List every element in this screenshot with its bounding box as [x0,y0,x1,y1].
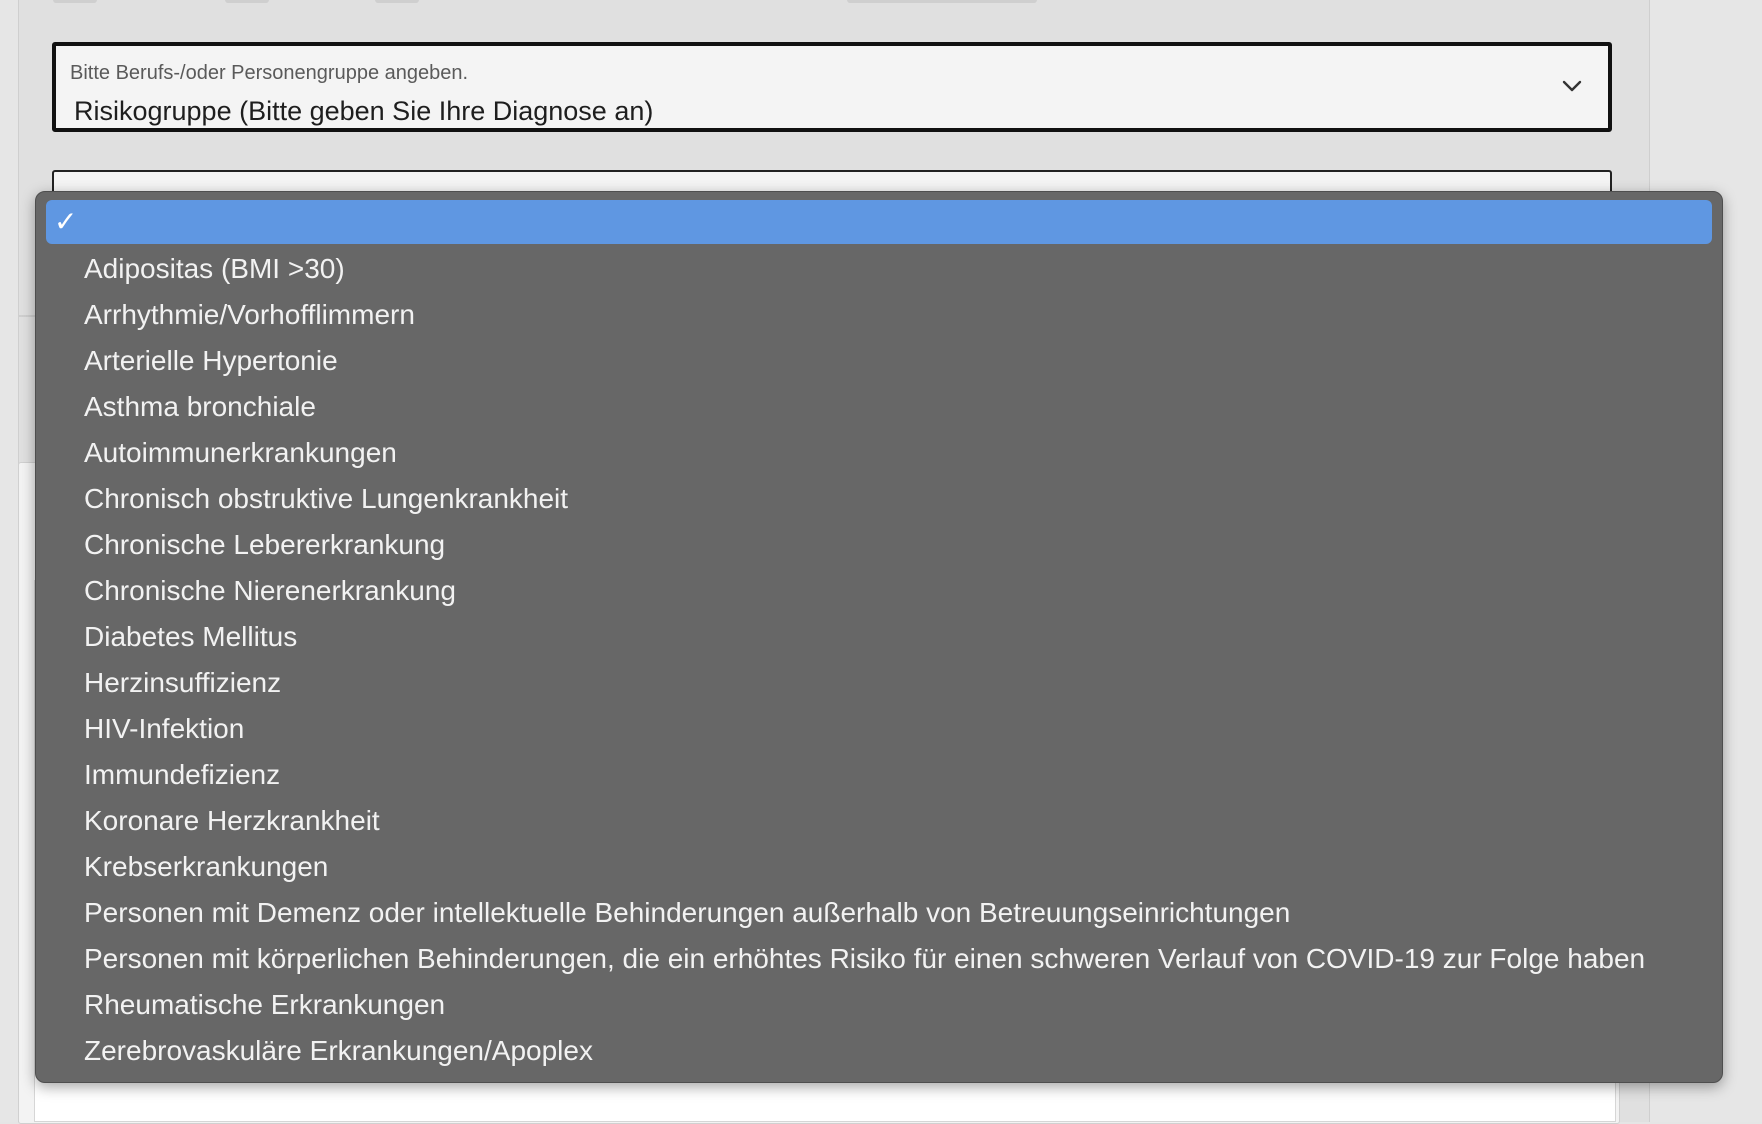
dropdown-option-selected[interactable]: ✓ [46,200,1712,244]
dropdown-option-label: Chronische Lebererkrankung [84,529,446,560]
dropdown-option[interactable]: Diabetes Mellitus [46,614,1712,660]
dropdown-option[interactable]: HIV-Infektion [46,706,1712,752]
tab-hint [847,0,1037,3]
dropdown-option[interactable]: Rheumatische Erkrankungen [46,982,1712,1028]
dropdown-option[interactable]: Chronische Lebererkrankung [46,522,1712,568]
dropdown-option-label: Arterielle Hypertonie [84,345,338,376]
group-select-label: Bitte Berufs-/oder Personengruppe angebe… [70,62,469,84]
dropdown-option-label: Koronare Herzkrankheit [84,805,380,836]
dropdown-option[interactable]: Chronische Nierenerkrankung [46,568,1712,614]
tab-hint [225,0,269,3]
dropdown-option[interactable]: Arterielle Hypertonie [46,338,1712,384]
dropdown-option-label: Adipositas (BMI >30) [84,253,345,284]
dropdown-option-list: ✓ Adipositas (BMI >30) Arrhythmie/Vorhoffl… [36,192,1722,1082]
dropdown-option-label: Autoimmunerkrankungen [84,437,397,468]
group-select[interactable]: Bitte Berufs-/oder Personengruppe angebe… [52,42,1612,132]
tab-hint [53,0,97,3]
dropdown-option[interactable]: Chronisch obstruktive Lungenkrankheit [46,476,1712,522]
diagnosis-dropdown-menu[interactable]: ✓ Adipositas (BMI >30) Arrhythmie/Vorhoffl… [35,191,1723,1083]
dropdown-option-label: Krebserkrankungen [84,851,329,882]
dropdown-option-label: Immundefizienz [84,759,281,790]
group-select-value: Risikogruppe (Bitte geben Sie Ihre Diagn… [74,96,654,126]
tab-hint [375,0,419,3]
dropdown-option-label: Arrhythmie/Vorhofflimmern [84,299,415,330]
dropdown-option[interactable]: Personen mit körperlichen Behinderungen,… [46,936,1712,982]
dropdown-option[interactable]: Arrhythmie/Vorhofflimmern [46,292,1712,338]
chevron-down-icon [1562,80,1582,92]
dropdown-option-label: Rheumatische Erkrankungen [84,989,446,1020]
dropdown-option-label: Personen mit Demenz oder intellektuelle … [84,897,1291,928]
dropdown-option-label: Asthma bronchiale [84,391,316,422]
dropdown-option-label: Diabetes Mellitus [84,621,298,652]
checkmark-icon: ✓ [54,205,78,238]
dropdown-option-label: Personen mit körperlichen Behinderungen,… [84,943,1646,974]
dropdown-option-label: Herzinsuffizienz [84,667,282,698]
dropdown-option[interactable]: Koronare Herzkrankheit [46,798,1712,844]
dropdown-option[interactable]: Asthma bronchiale [46,384,1712,430]
dropdown-option-label: Chronische Nierenerkrankung [84,575,456,606]
dropdown-option-label: HIV-Infektion [84,713,245,744]
dropdown-option[interactable]: Adipositas (BMI >30) [46,246,1712,292]
dropdown-option[interactable]: Autoimmunerkrankungen [46,430,1712,476]
dropdown-option-label: Zerebrovaskuläre Erkrankungen/Apoplex [84,1035,593,1066]
dropdown-option[interactable]: Immundefizienz [46,752,1712,798]
dropdown-option[interactable]: Personen mit Demenz oder intellektuelle … [46,890,1712,936]
dropdown-option[interactable]: Krebserkrankungen [46,844,1712,890]
dropdown-option[interactable]: Zerebrovaskuläre Erkrankungen/Apoplex [46,1028,1712,1074]
dropdown-option-label: Chronisch obstruktive Lungenkrankheit [84,483,569,514]
dropdown-option[interactable]: Herzinsuffizienz [46,660,1712,706]
